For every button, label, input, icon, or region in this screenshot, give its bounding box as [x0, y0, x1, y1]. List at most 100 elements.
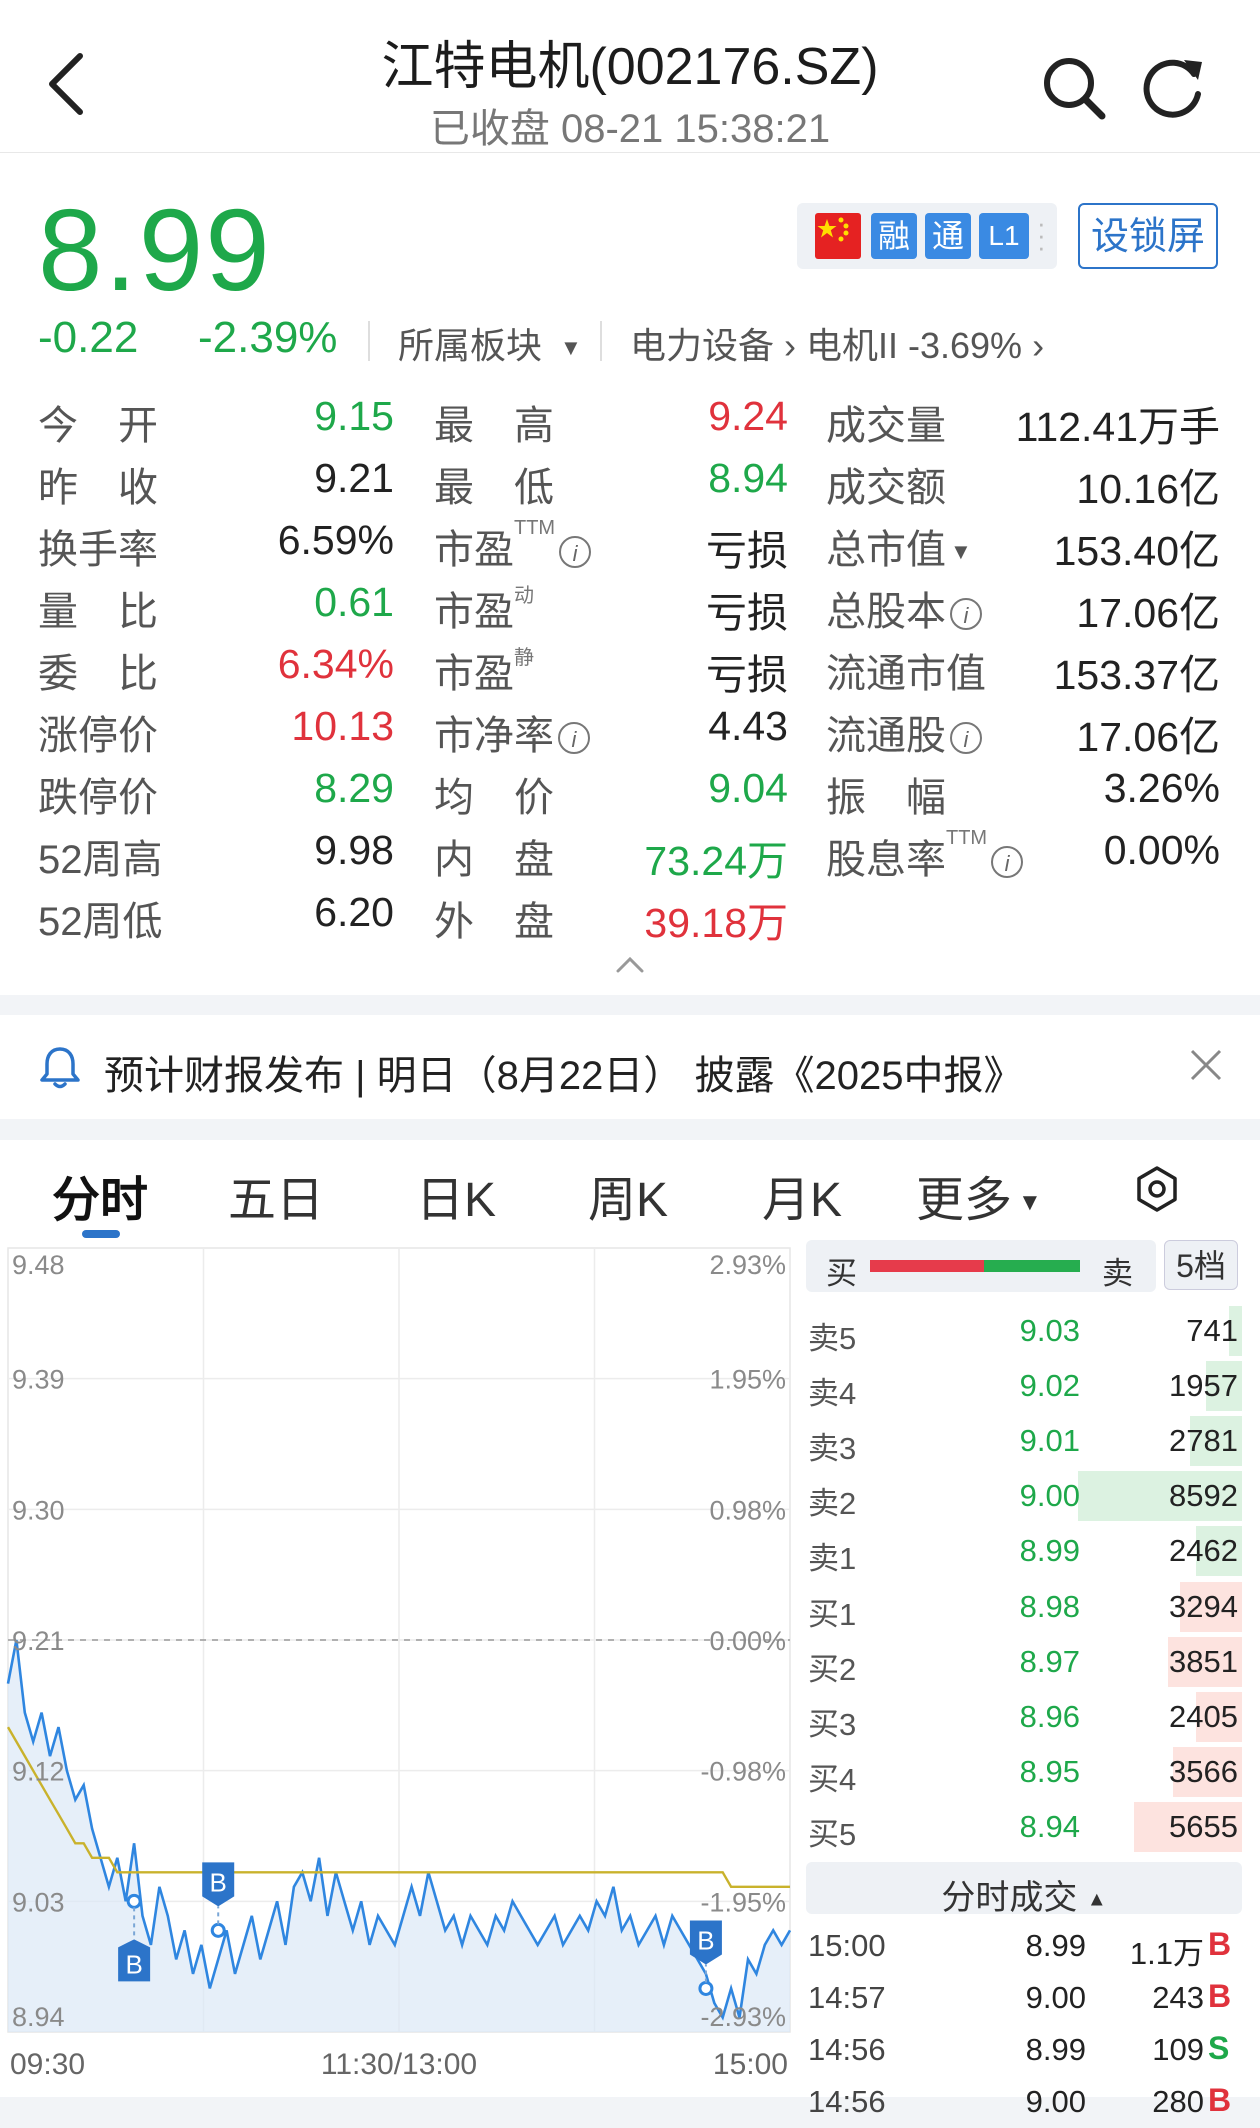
ticks-toggle[interactable]: 分时成交 ▲ [806, 1862, 1242, 1917]
bid-row[interactable]: 买3 8.96 2405 [806, 1690, 1242, 1745]
buy-sell-ratio-bar [870, 1260, 1080, 1272]
info-icon[interactable]: i [950, 722, 982, 755]
stat-value: 6.59% [277, 517, 394, 563]
level-price: 9.00 [1019, 1478, 1080, 1513]
marker-dot [210, 1922, 226, 1938]
lock-screen-button[interactable]: 设锁屏 [1078, 203, 1218, 269]
settings-icon[interactable] [1132, 1164, 1182, 1214]
tab-daily-k[interactable]: 日K [416, 1160, 496, 1230]
badge-group: 融 通 L1 · · · [797, 203, 1057, 269]
stat-label: 成交量 [826, 404, 946, 448]
stat-label: 最 低 [434, 466, 554, 510]
levels-button[interactable]: 5档 [1164, 1240, 1238, 1290]
ticks-title-text: 分时成交 [941, 1879, 1078, 1917]
notice-text: 预计财报发布 | 明日（8月22日） 披露《2025中报》 [104, 1054, 1024, 1098]
level-name: 买2 [808, 1652, 857, 1687]
stat-value: 0.61 [314, 579, 394, 625]
ask-row[interactable]: 卖3 9.01 2781 [806, 1414, 1242, 1469]
stat-label: 量 比 [38, 590, 158, 634]
buy-ratio [870, 1260, 984, 1272]
tab-five-day[interactable]: 五日 [228, 1160, 324, 1230]
level-name: 卖1 [808, 1541, 857, 1576]
ticks-title: 分时成交 ▲ [806, 1870, 1242, 1919]
stat-value: 6.20 [314, 889, 394, 935]
level-name: 买3 [808, 1707, 857, 1742]
sell-label: 卖 [1102, 1256, 1133, 1291]
chart-area: 9.48 9.39 9.30 9.21 9.12 9.03 8.94 2.93% 1.95% 0… [0, 1240, 1260, 2119]
tick-row: 14:57 9.00 243 B [806, 1972, 1242, 2024]
stat-label: 委 比 [38, 652, 158, 696]
level-volume: 3851 [1169, 1644, 1238, 1679]
market-cap-dropdown[interactable]: 总市值 ▼ [826, 517, 972, 575]
refresh-icon[interactable] [1138, 52, 1210, 124]
y-tick-right: -0.98% [700, 1757, 786, 1787]
marker-label: B [125, 1949, 142, 1979]
sector-dropdown[interactable]: 所属板块 ▼ [398, 317, 582, 369]
stat-value: 亏损 [706, 590, 788, 636]
tick-volume: 280 [1152, 2084, 1204, 2119]
bid-row[interactable]: 买5 8.94 5655 [806, 1800, 1242, 1855]
bid-row[interactable]: 买2 8.97 3851 [806, 1635, 1242, 1690]
marker-dot [126, 1893, 142, 1909]
bid-row[interactable]: 买1 8.98 3294 [806, 1580, 1242, 1635]
ask-row[interactable]: 卖2 9.00 8592 [806, 1469, 1242, 1524]
stat-label: 市盈 [434, 590, 514, 634]
tick-side: B [1208, 1926, 1232, 1962]
level-price: 8.99 [1019, 1533, 1080, 1568]
tick-row: 14:56 8.99 109 S [806, 2024, 1242, 2076]
ask-row[interactable]: 卖4 9.02 1957 [806, 1359, 1242, 1414]
earnings-notice[interactable]: 预计财报发布 | 明日（8月22日） 披露《2025中报》 [0, 1015, 1260, 1119]
info-icon[interactable]: i [558, 722, 590, 755]
y-tick-right: 1.95% [709, 1365, 786, 1395]
x-tick-label: 11:30/13:00 [321, 2048, 477, 2081]
sector-path-link[interactable]: 电力设备 › 电机II -3.69% › [630, 317, 1044, 369]
stat-value: 9.98 [314, 827, 394, 873]
search-icon[interactable] [1038, 52, 1110, 124]
close-icon[interactable] [1186, 1045, 1226, 1085]
tick-price: 9.00 [1025, 2084, 1086, 2119]
pe-dynamic-label: 市盈动 [434, 579, 534, 637]
pe-ttm-label[interactable]: 市盈TTMi [434, 517, 592, 575]
stat-label: 振 幅 [826, 776, 946, 820]
stat-label: 内 盘 [434, 838, 554, 882]
level-volume: 1957 [1169, 1368, 1238, 1403]
stat-sup: TTM [946, 827, 988, 849]
bid-row[interactable]: 买4 8.95 3566 [806, 1745, 1242, 1800]
info-icon[interactable]: i [559, 536, 592, 569]
float-shares-label[interactable]: 流通股 i [826, 703, 982, 761]
tick-time: 14:56 [808, 2032, 886, 2067]
tab-more[interactable]: 更多 ▼ [916, 1160, 1042, 1230]
info-icon[interactable]: i [950, 598, 982, 631]
stat-value: 8.94 [708, 455, 788, 501]
stat-label: 涨停价 [38, 714, 158, 758]
chevron-up-icon[interactable] [612, 953, 648, 977]
intraday-chart[interactable]: 9.48 9.39 9.30 9.21 9.12 9.03 8.94 2.93% 1.95% 0… [0, 1240, 800, 2097]
tab-intraday[interactable]: 分时 [52, 1160, 148, 1230]
tab-weekly-k[interactable]: 周K [588, 1160, 668, 1230]
tab-monthly-k[interactable]: 月K [762, 1160, 842, 1230]
sell-ratio [984, 1260, 1080, 1272]
tick-row: 14:56 9.00 280 B [806, 2076, 1242, 2128]
x-tick-label: 15:00 [713, 2048, 788, 2081]
stat-value: 6.34% [277, 641, 394, 687]
stat-value: 8.29 [314, 765, 394, 811]
y-tick-left: 9.03 [12, 1887, 65, 1917]
total-shares-label[interactable]: 总股本 i [826, 579, 982, 637]
level-name: 买5 [808, 1817, 857, 1852]
stat-value: 153.40亿 [1053, 528, 1220, 574]
stat-label: 股息率 [826, 838, 946, 882]
bell-icon [40, 1047, 80, 1089]
stat-value: 153.37亿 [1053, 652, 1220, 698]
tick-time: 14:56 [808, 2084, 886, 2119]
pb-label[interactable]: 市净率 i [434, 703, 590, 761]
chart-tabs: 分时 五日 日K 周K 月K 更多 ▼ [0, 1140, 1260, 1240]
ask-row[interactable]: 卖5 9.03 741 [806, 1304, 1242, 1359]
level-price: 9.02 [1019, 1368, 1080, 1403]
stat-sup: 静 [514, 647, 534, 669]
stat-label: 市盈 [434, 652, 514, 696]
order-book: 买 卖 5档 卖5 9.03 741 卖4 9.02 1957 卖3 9.01 2781 卖2 9.… [806, 1240, 1242, 2119]
tick-side: S [1208, 2030, 1230, 2066]
ask-row[interactable]: 卖1 8.99 2462 [806, 1524, 1242, 1579]
tick-row: 15:00 8.99 1.1万 B [806, 1920, 1242, 1972]
stat-value: 亏损 [706, 528, 788, 574]
